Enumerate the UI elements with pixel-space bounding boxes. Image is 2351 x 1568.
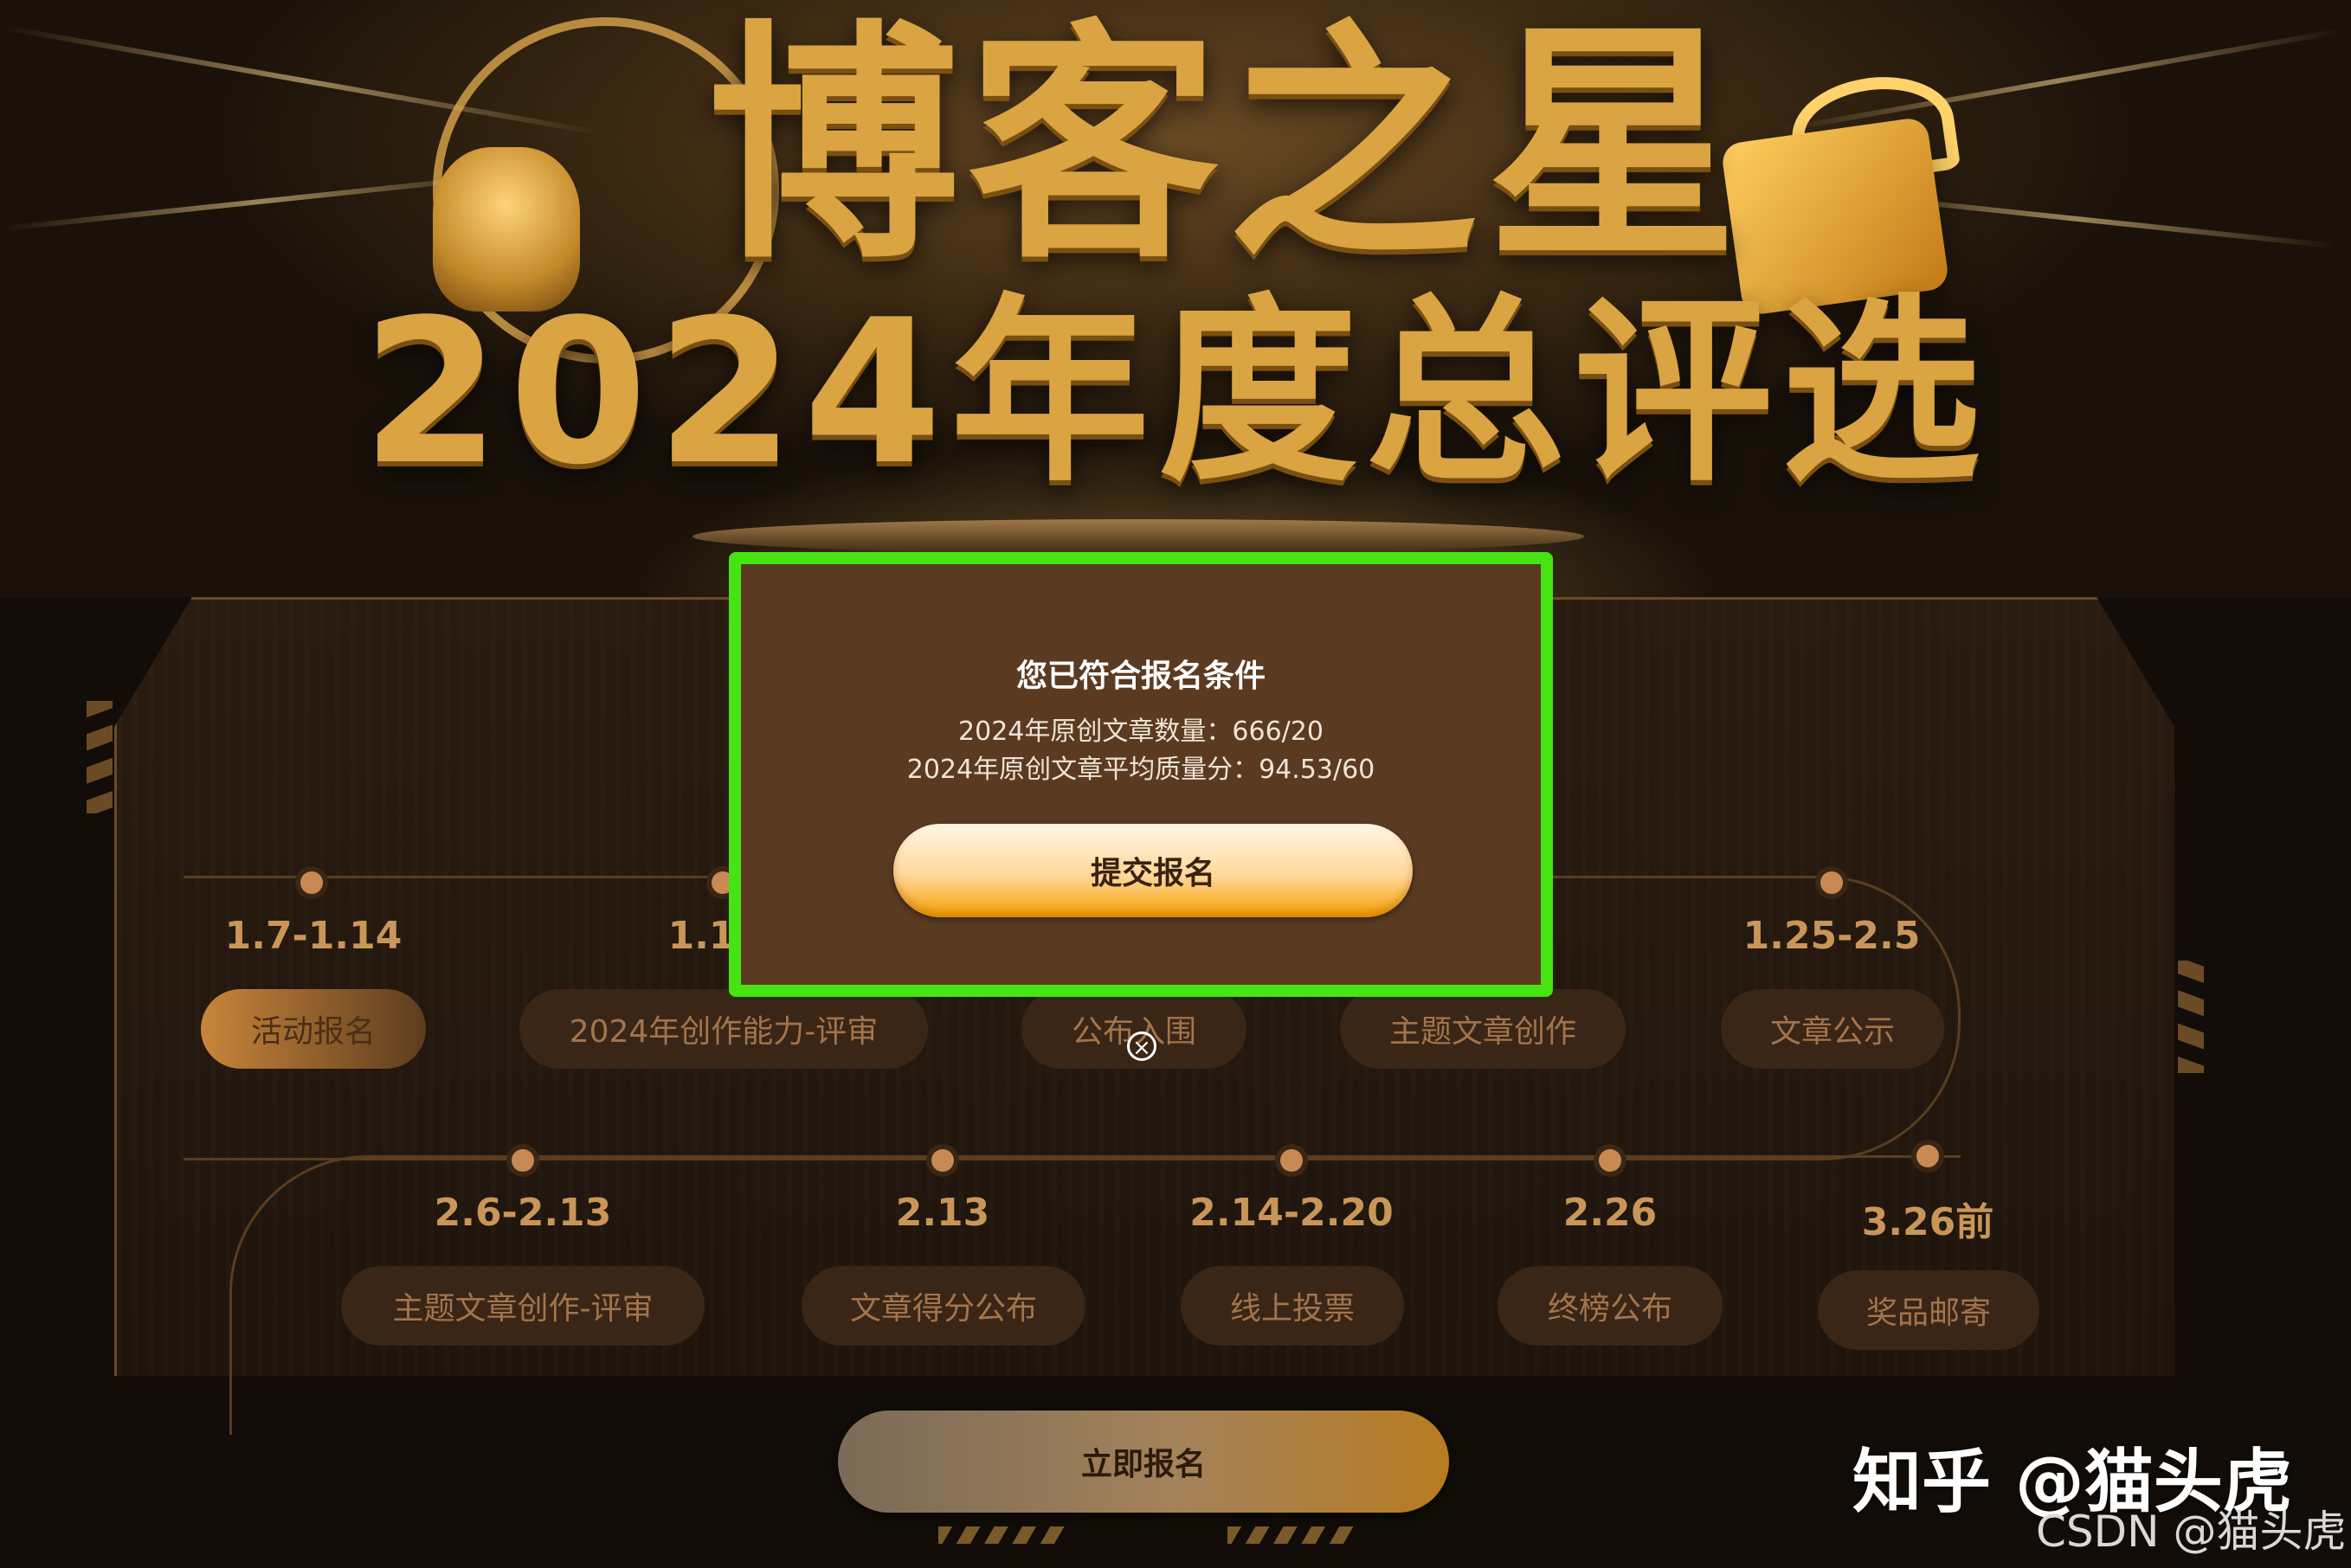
chevron-decoration <box>1227 1526 1357 1544</box>
quality-score-text: 2024年原创文章平均质量分：94.53/60 <box>906 755 1375 785</box>
panel-stripe-decoration <box>87 701 113 813</box>
signup-now-button[interactable]: 立即报名 <box>838 1411 1449 1513</box>
timeline-dot <box>1280 1149 1303 1172</box>
close-icon[interactable]: × <box>1127 1031 1156 1061</box>
eligibility-dialog: 您已符合报名条件 2024年原创文章数量：666/20 2024年原创文章平均质… <box>729 552 1553 997</box>
timeline-date: 2.13 <box>895 1191 990 1235</box>
submit-signup-button[interactable]: 提交报名 <box>893 824 1413 917</box>
timeline-dot <box>512 1149 534 1172</box>
hero-subtitle: 2024年度总评选 <box>361 278 1990 509</box>
timeline-date: 2.14-2.20 <box>1189 1191 1394 1235</box>
chevron-decoration <box>938 1526 1068 1544</box>
stage-ability-review-pill[interactable]: 2024年创作能力-评审 <box>519 989 928 1069</box>
timeline-date: 1.7-1.14 <box>224 914 403 958</box>
stage-article-publicity-pill[interactable]: 文章公示 <box>1721 989 1944 1069</box>
timeline-dot <box>1820 871 1843 894</box>
dialog-title: 您已符合报名条件 <box>1015 659 1266 694</box>
timeline-dot <box>1599 1149 1621 1172</box>
timeline-date: 3.26前 <box>1861 1200 1994 1244</box>
stage-theme-review-pill[interactable]: 主题文章创作-评审 <box>341 1266 705 1346</box>
timeline-dot <box>931 1149 954 1172</box>
hero-banner: 博客之星 2024年度总评选 <box>0 0 2351 597</box>
timeline-dot <box>300 871 323 894</box>
stage-theme-article-pill[interactable]: 主题文章创作 <box>1340 989 1626 1069</box>
hero-title: 博客之星 <box>708 1 1747 292</box>
timeline-date: 2.26 <box>1562 1191 1658 1235</box>
panel-stripe-decoration <box>2178 961 2204 1073</box>
stage-score-publish-pill[interactable]: 文章得分公布 <box>802 1266 1085 1346</box>
timeline-dot <box>1916 1145 1939 1167</box>
stage-final-rank-pill[interactable]: 终榜公布 <box>1498 1266 1723 1346</box>
article-count-text: 2024年原创文章数量：666/20 <box>958 717 1324 747</box>
stage-prize-mailing-pill[interactable]: 奖品邮寄 <box>1818 1270 2039 1350</box>
podium-decoration <box>692 519 1584 554</box>
event-page: 博客之星 2024年度总评选 1.7-1.14 活动报名 1.15- 2024年… <box>0 0 2351 1568</box>
csdn-watermark: CSDN @猫头虎 <box>2036 1507 2347 1557</box>
timeline-date: 2.6-2.13 <box>434 1191 612 1235</box>
timeline-date: 1.25-2.5 <box>1742 914 1921 958</box>
stage-signup-pill[interactable]: 活动报名 <box>201 989 426 1069</box>
stage-online-vote-pill[interactable]: 线上投票 <box>1181 1266 1404 1346</box>
